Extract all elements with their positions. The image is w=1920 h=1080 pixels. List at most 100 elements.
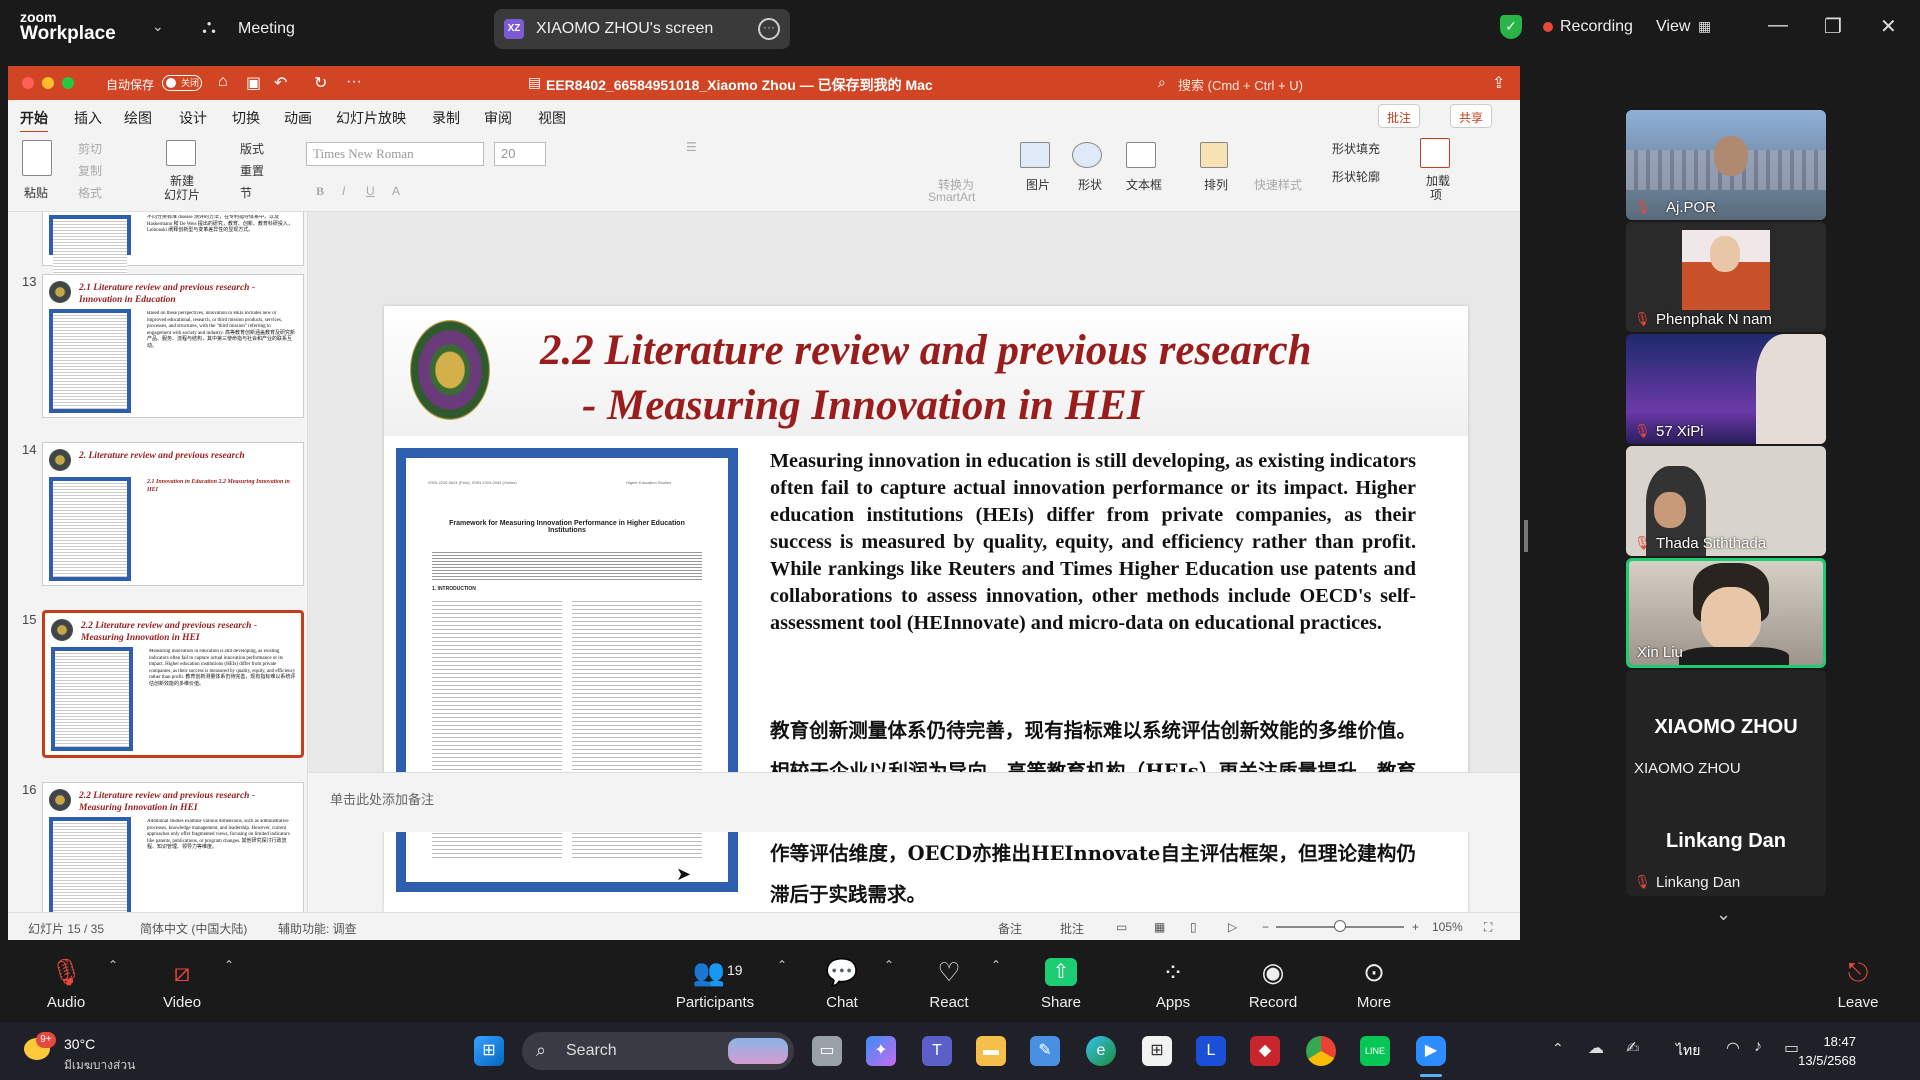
minimize-icon[interactable]: — xyxy=(1768,14,1788,37)
autosave-toggle[interactable]: 关闭 xyxy=(162,75,202,91)
shape-icon[interactable] xyxy=(1072,142,1102,168)
volume-icon[interactable]: ♪ xyxy=(1754,1038,1762,1056)
taskbar-search[interactable]: ⌕ Search xyxy=(522,1032,794,1070)
save-icon[interactable]: ▣ xyxy=(246,73,261,93)
tab-transitions[interactable]: 切换 xyxy=(232,108,260,128)
align-icon[interactable]: ☰ xyxy=(686,140,697,154)
react-button[interactable]: ♡ ⌃ React xyxy=(899,946,1001,1022)
system-clock[interactable]: 18:47 13/5/2568 xyxy=(1798,1032,1856,1070)
zoom-in-icon[interactable]: + xyxy=(1412,920,1419,934)
zoom-slider-thumb[interactable] xyxy=(1334,920,1346,932)
view-button[interactable]: View xyxy=(1656,18,1690,36)
slideshow-icon[interactable]: ▷ xyxy=(1228,920,1237,934)
mcafee-icon[interactable]: ◆ xyxy=(1250,1036,1280,1066)
quick-styles-label[interactable]: 快速样式 xyxy=(1254,176,1302,193)
pen-app-icon[interactable]: ✎ xyxy=(1030,1036,1060,1066)
reset-button[interactable]: 重置 xyxy=(240,162,264,179)
tab-draw[interactable]: 绘图 xyxy=(124,108,152,128)
picture-icon[interactable] xyxy=(1020,142,1050,168)
wifi-icon[interactable]: ◠ xyxy=(1726,1038,1740,1058)
onedrive-cloud-icon[interactable]: ☁ xyxy=(1588,1038,1604,1058)
redo-icon[interactable]: ↻ xyxy=(314,73,327,93)
restore-icon[interactable]: ❐ xyxy=(1824,14,1842,39)
textbox-icon[interactable] xyxy=(1126,142,1156,168)
tab-home[interactable]: 开始 xyxy=(20,108,48,134)
accessibility-indicator[interactable]: 辅助功能: 调查 xyxy=(278,920,357,937)
reading-view-icon[interactable]: ▯ xyxy=(1190,920,1197,934)
language-indicator[interactable]: 简体中文 (中国大陆) xyxy=(140,920,247,937)
windows-start-icon[interactable]: ⊞ xyxy=(474,1036,504,1066)
ppt-share-icon[interactable]: ⇪ xyxy=(1492,73,1505,93)
recording-label[interactable]: Recording xyxy=(1560,18,1633,36)
participant-tile-ajpor[interactable]: 🎙 Aj.POR xyxy=(1626,110,1826,220)
slide-thumbnail-13[interactable]: 2.1 Literature review and previous resea… xyxy=(42,274,304,418)
teams-icon[interactable]: T xyxy=(922,1036,952,1066)
notes-placeholder[interactable]: 单击此处添加备注 xyxy=(330,789,434,808)
addins-icon[interactable] xyxy=(1420,138,1450,168)
meeting-label[interactable]: Meeting xyxy=(238,20,295,38)
tab-insert[interactable]: 插入 xyxy=(74,108,102,128)
line-app-icon[interactable]: LINE xyxy=(1360,1036,1390,1066)
chevron-down-icon[interactable]: ⌄ xyxy=(152,18,164,35)
chat-options-chevron-icon[interactable]: ⌃ xyxy=(884,958,894,972)
search-icon[interactable]: ⌕ xyxy=(1158,74,1166,91)
mac-minimize-icon[interactable] xyxy=(42,77,54,89)
comments-button[interactable]: 批注 xyxy=(1378,104,1421,128)
home-icon[interactable]: ⌂ xyxy=(218,73,228,91)
participant-tile-phenphak[interactable]: 🎙 Phenphak N nam xyxy=(1626,222,1826,332)
slide-thumbnail-14[interactable]: 2. Literature review and previous resear… xyxy=(42,442,304,586)
copilot-icon[interactable]: ✦ xyxy=(866,1036,896,1066)
video-options-chevron-icon[interactable]: ⌃ xyxy=(224,958,234,972)
format-painter-button[interactable]: 格式 xyxy=(78,184,102,201)
panel-resize-handle[interactable] xyxy=(1524,520,1528,552)
zoom-level[interactable]: 105% xyxy=(1432,920,1463,934)
share-screen-button[interactable]: ⇧ Share xyxy=(1011,946,1111,1022)
more-button[interactable]: ⊙ More xyxy=(1324,946,1424,1022)
screen-share-indicator[interactable]: XZ XIAOMO ZHOU's screen ··· xyxy=(494,9,790,49)
shape-outline-button[interactable]: 形状轮廓 xyxy=(1332,168,1380,185)
notes-toggle[interactable]: 备注 xyxy=(998,920,1022,937)
slide-thumbnail-15[interactable]: 2.2 Literature review and previous resea… xyxy=(42,610,304,758)
file-explorer-icon[interactable]: ▬ xyxy=(976,1036,1006,1066)
new-slide-icon[interactable] xyxy=(166,140,196,166)
comments-toggle[interactable]: 批注 xyxy=(1060,920,1084,937)
microsoft-store-icon[interactable]: ⊞ xyxy=(1142,1036,1172,1066)
chat-button[interactable]: 💬 ⌃ Chat xyxy=(792,946,894,1022)
italic-icon[interactable]: I xyxy=(342,184,345,198)
copy-button[interactable]: 复制 xyxy=(78,162,102,179)
tab-design[interactable]: 设计 xyxy=(179,108,207,128)
zoom-out-icon[interactable]: − xyxy=(1262,920,1269,934)
battery-icon[interactable]: ▭ xyxy=(1784,1038,1799,1058)
mac-close-icon[interactable] xyxy=(22,77,34,89)
layout-button[interactable]: 版式 xyxy=(240,140,264,157)
video-button[interactable]: ⧄ ⌃ Video xyxy=(132,946,234,1022)
section-button[interactable]: 节 xyxy=(240,184,252,201)
input-language[interactable]: ไทย xyxy=(1676,1040,1700,1062)
participant-tile-thada[interactable]: 🎙 Thada Siththada xyxy=(1626,446,1826,556)
tab-view[interactable]: 视图 xyxy=(538,108,566,128)
react-options-chevron-icon[interactable]: ⌃ xyxy=(991,958,1001,972)
font-size-box[interactable]: 20 xyxy=(494,142,546,166)
view-grid-icon[interactable]: ▦ xyxy=(1698,18,1711,35)
search-box[interactable]: 搜索 (Cmd + Ctrl + U) xyxy=(1178,75,1303,94)
cut-button[interactable]: 剪切 xyxy=(78,140,102,157)
more-commands-icon[interactable]: ··· xyxy=(346,73,362,91)
arrange-icon[interactable] xyxy=(1200,142,1228,168)
tab-record[interactable]: 录制 xyxy=(432,108,460,128)
text-color-icon[interactable]: A xyxy=(392,184,400,198)
convert-smartart-label-2[interactable]: SmartArt xyxy=(928,190,975,204)
fit-slide-icon[interactable]: ⛶ xyxy=(1484,920,1492,935)
participants-options-chevron-icon[interactable]: ⌃ xyxy=(777,958,787,972)
tab-review[interactable]: 审阅 xyxy=(484,108,512,128)
show-hidden-icons-chevron-icon[interactable]: ⌃ xyxy=(1552,1040,1564,1057)
record-button[interactable]: ◉ Record xyxy=(1223,946,1323,1022)
close-icon[interactable]: ✕ xyxy=(1880,14,1897,39)
undo-icon[interactable]: ↶ xyxy=(274,73,287,93)
participants-button[interactable]: 👥 19 ⌃ Participants xyxy=(655,946,787,1022)
leave-button[interactable]: ⎋ Leave xyxy=(1808,946,1908,1022)
scroll-down-chevron-icon[interactable]: ⌄ xyxy=(1716,904,1731,925)
bold-icon[interactable]: B xyxy=(316,184,324,199)
edge-browser-icon[interactable]: e xyxy=(1086,1036,1116,1066)
shape-fill-button[interactable]: 形状填充 xyxy=(1332,140,1380,157)
participant-tile-linkang-title[interactable]: Linkang Dan xyxy=(1626,830,1826,853)
